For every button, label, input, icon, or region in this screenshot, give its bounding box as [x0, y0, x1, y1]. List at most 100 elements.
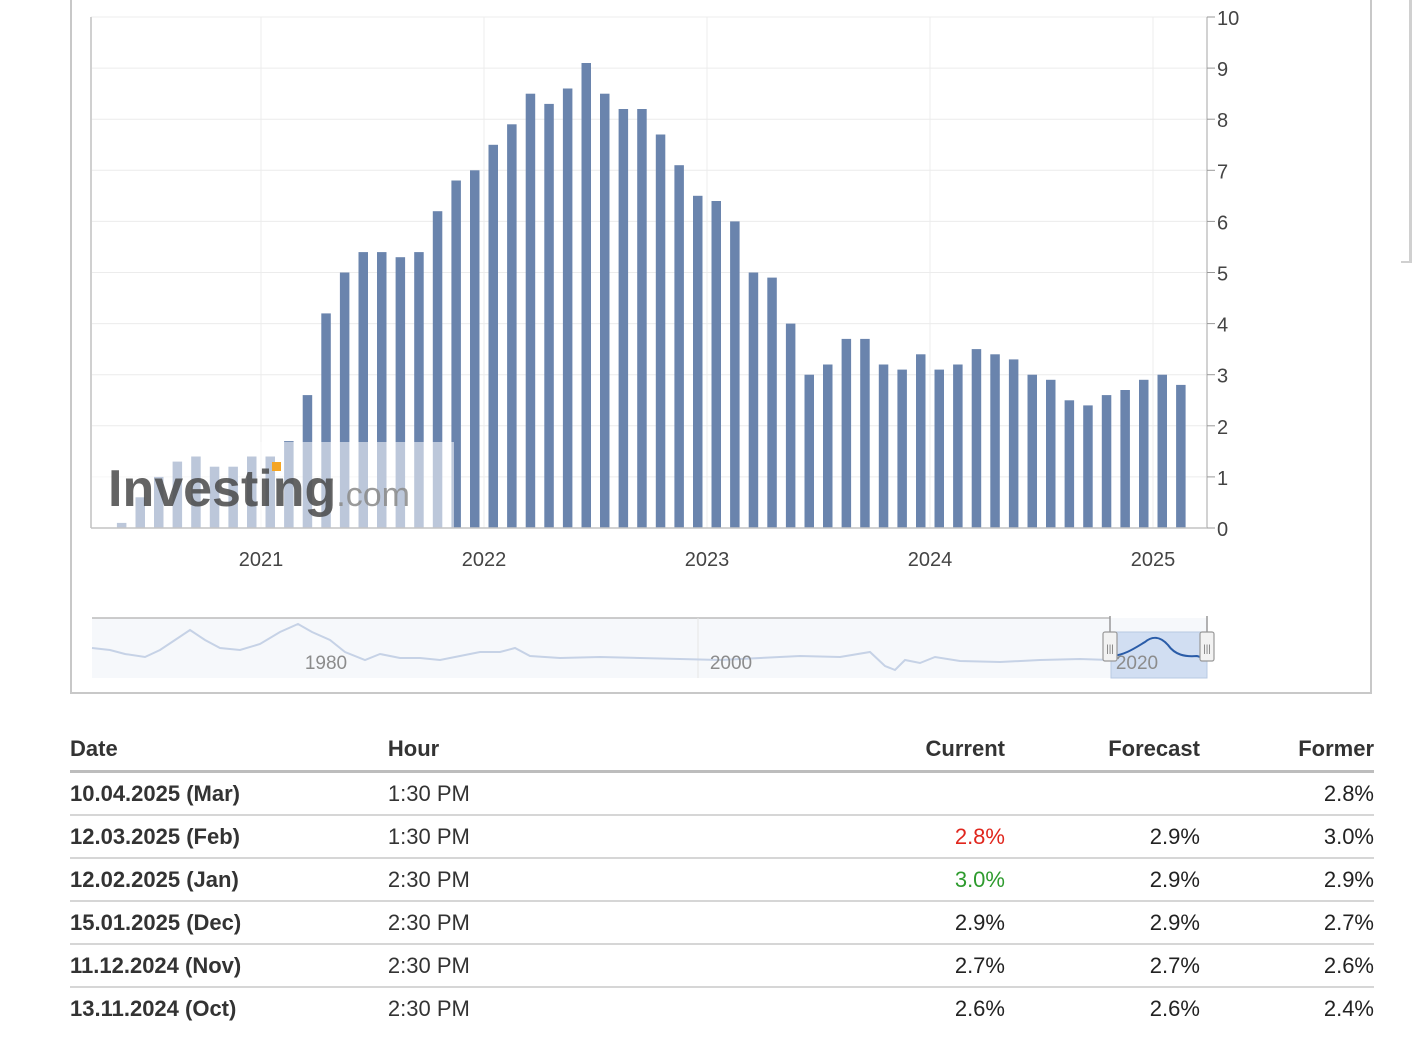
- cell-hour: 1:30 PM: [387, 771, 764, 816]
- bar-2024-01[interactable]: [934, 369, 945, 528]
- cell-date: 12.03.2025 (Feb): [70, 815, 388, 859]
- bar-2022-12[interactable]: [693, 195, 703, 529]
- y-tick-label: 3: [1217, 366, 1228, 388]
- bar-2023-04[interactable]: [767, 277, 777, 528]
- cell-hour: 2:30 PM: [387, 995, 470, 1021]
- cell-current: 2.9%: [763, 901, 1005, 945]
- bar-2023-03[interactable]: [748, 272, 759, 529]
- cell-forecast: 2.9%: [1004, 815, 1200, 859]
- cell-hour: 2:30 PM: [387, 858, 764, 902]
- bar-2025-01[interactable]: [1157, 374, 1168, 528]
- economic-calendar-table: Date Hour Current Forecast Former 10.04.…: [70, 728, 1374, 1029]
- header-current[interactable]: Current: [763, 728, 1005, 773]
- bar-2023-10[interactable]: [878, 364, 889, 529]
- cell-date: 10.04.2025 (Mar): [70, 771, 388, 816]
- table-row: 12.02.2025 (Jan) 2:30 PM 3.0% 2.9% 2.9%: [70, 858, 1374, 902]
- cell-current: 2.7%: [763, 944, 1005, 988]
- bar-2024-11[interactable]: [1120, 390, 1130, 528]
- bar-2022-06[interactable]: [581, 63, 592, 528]
- table-row: 10.04.2025 (Mar) 1:30 PM 2.8%: [70, 771, 1374, 816]
- y-tick-label: 0: [1217, 519, 1228, 541]
- x-tick-label: 2025: [1131, 549, 1176, 571]
- bar-2025-02[interactable]: [1176, 384, 1186, 528]
- cell-date: 12.02.2025 (Jan): [70, 858, 388, 902]
- bar-2022-07[interactable]: [600, 93, 610, 528]
- y-tick-label: 10: [1217, 8, 1239, 30]
- y-tick-label: 5: [1217, 264, 1228, 286]
- x-tick-label: 2021: [239, 549, 284, 571]
- bar-2024-09[interactable]: [1083, 405, 1093, 528]
- y-tick-label: 7: [1217, 161, 1228, 183]
- range-navigator[interactable]: 1980 2000 2020||| |||: [91, 616, 1215, 679]
- bar-2024-10[interactable]: [1101, 395, 1112, 528]
- cell-current: [763, 771, 1005, 816]
- navigator-label: 1980: [305, 653, 347, 674]
- table-row: 11.12.2024 (Nov) 2:30 PM 2.7% 2.7% 2.6%: [70, 944, 1374, 988]
- bar-2022-09[interactable]: [637, 109, 647, 528]
- table-header-row: Date Hour Current Forecast Former: [70, 728, 1374, 773]
- cell-former: 2.6%: [1199, 944, 1374, 988]
- table-row: 15.01.2025 (Dec) 2:30 PM 2.9% 2.9% 2.7%: [70, 901, 1374, 945]
- bar-2022-04[interactable]: [544, 103, 554, 529]
- navigator-label: 2000: [710, 653, 752, 674]
- y-tick-label: 9: [1217, 59, 1228, 81]
- x-tick-label: 2024: [908, 549, 953, 571]
- bar-2022-03[interactable]: [525, 93, 536, 528]
- cell-current: 3.0%: [763, 858, 1005, 902]
- bar-2023-06[interactable]: [804, 374, 815, 528]
- bar-2024-08[interactable]: [1064, 400, 1075, 529]
- bar-2023-07[interactable]: [823, 364, 833, 529]
- cell-forecast: 2.9%: [1004, 858, 1200, 902]
- watermark-accent: [272, 462, 281, 471]
- bar-2022-05[interactable]: [562, 88, 573, 529]
- bar-2023-02[interactable]: [730, 221, 740, 528]
- bar-2024-03[interactable]: [971, 349, 982, 528]
- bar-2024-06[interactable]: [1027, 374, 1038, 528]
- y-tick-label: 1: [1217, 468, 1228, 490]
- y-axis-ticks: 0 1 2 3 4 5 6 7 8 9 10: [1207, 8, 1239, 541]
- header-date[interactable]: Date: [70, 728, 388, 773]
- navigator-label: 2020: [1116, 653, 1158, 674]
- header-hour[interactable]: Hour: [387, 728, 764, 773]
- x-tick-label: 2022: [462, 549, 507, 571]
- bar-2021-12[interactable]: [470, 170, 480, 529]
- cell-date: 15.01.2025 (Dec): [70, 901, 388, 945]
- header-former[interactable]: Former: [1199, 728, 1374, 773]
- cell-current: 2.6%: [954, 995, 1005, 1021]
- cell-former: 2.9%: [1199, 858, 1374, 902]
- bar-2024-04[interactable]: [990, 354, 1000, 528]
- bar-2023-09[interactable]: [860, 338, 870, 528]
- y-tick-label: 2: [1217, 417, 1228, 439]
- bar-2022-02[interactable]: [507, 124, 517, 529]
- bar-2024-02[interactable]: [953, 364, 963, 529]
- handle-grip-icon: |||: [1106, 644, 1114, 655]
- y-tick-label: 8: [1217, 110, 1228, 132]
- handle-grip-icon: |||: [1203, 644, 1211, 655]
- cell-forecast: 2.6%: [1149, 995, 1200, 1021]
- bar-2023-01[interactable]: [711, 201, 722, 528]
- x-tick-label: 2023: [685, 549, 730, 571]
- bar-2022-10[interactable]: [655, 134, 666, 529]
- header-forecast[interactable]: Forecast: [1004, 728, 1200, 773]
- bar-2023-08[interactable]: [841, 338, 852, 528]
- cell-former: 3.0%: [1199, 815, 1374, 859]
- bar-2022-11[interactable]: [674, 165, 684, 528]
- bar-2024-07[interactable]: [1046, 379, 1056, 528]
- bar-2022-08[interactable]: [618, 109, 629, 528]
- chart-canvas: Investing.com 012345678910 2021 2022 2023 2…: [90, 8, 1239, 679]
- cell-hour: 1:30 PM: [387, 815, 764, 859]
- cell-former: 2.8%: [1199, 771, 1374, 816]
- table-row: 13.11.2024 (Oct) 2:30 PM 2.6% 2.6% 2.4%: [70, 987, 1374, 1029]
- cell-former: 2.7%: [1199, 901, 1374, 945]
- bar-2022-01[interactable]: [488, 144, 499, 529]
- cell-date: 11.12.2024 (Nov): [70, 944, 388, 988]
- x-axis-ticks: 2021 2022 2023 2024 2025: [239, 549, 1176, 571]
- bar-2024-05[interactable]: [1008, 359, 1019, 528]
- bar-2023-05[interactable]: [785, 323, 796, 528]
- bar-2023-12[interactable]: [916, 354, 926, 528]
- bar-2023-11[interactable]: [897, 369, 907, 528]
- y-tick-label: 6: [1217, 212, 1228, 234]
- cell-hour: 2:30 PM: [387, 901, 764, 945]
- cell-forecast: [1004, 771, 1200, 816]
- bar-2024-12[interactable]: [1139, 379, 1149, 528]
